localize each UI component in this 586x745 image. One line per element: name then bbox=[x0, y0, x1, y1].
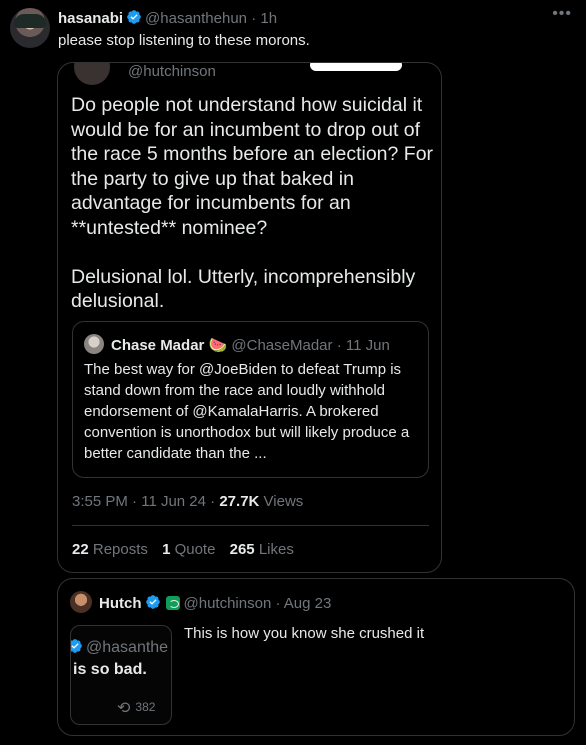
watermelon-emoji-icon: 🍉 bbox=[208, 337, 228, 354]
separator: · bbox=[132, 493, 138, 510]
likes-count: 265 bbox=[229, 541, 255, 558]
reposts-count: 22 bbox=[72, 541, 89, 558]
nested-quote-header: Chase Madar 🍉 @ChaseMadar · 11 Jun bbox=[111, 336, 390, 354]
nested-quote-text: The best way for @JoeBiden to defeat Tru… bbox=[84, 361, 410, 462]
display-name[interactable]: Chase Madar bbox=[111, 337, 204, 354]
quotes-count: 1 bbox=[162, 541, 171, 558]
quoted-reply-card[interactable]: Hutch @hutchinson · Aug 23 This is how yo… bbox=[57, 578, 575, 736]
handle[interactable]: @hasanthehun bbox=[145, 10, 247, 27]
views-label: Views bbox=[263, 493, 304, 510]
separator: · bbox=[251, 10, 257, 27]
separator: · bbox=[210, 493, 216, 510]
avatar[interactable] bbox=[70, 591, 92, 613]
likes-label: Likes bbox=[258, 541, 294, 558]
separator: · bbox=[275, 595, 281, 612]
divider bbox=[72, 525, 429, 526]
timestamp[interactable]: 1h bbox=[260, 10, 277, 27]
nested-quote-card[interactable]: Chase Madar 🍉 @ChaseMadar · 11 Jun The b… bbox=[72, 321, 429, 478]
date[interactable]: Aug 23 bbox=[284, 595, 332, 612]
handle[interactable]: @ChaseMadar bbox=[231, 337, 332, 354]
quotes-stat[interactable]: 1 Quote bbox=[162, 541, 215, 558]
avatar[interactable] bbox=[84, 334, 104, 354]
media-handle: @hasanthe bbox=[71, 638, 168, 657]
avatar[interactable] bbox=[74, 63, 110, 85]
meta-date[interactable]: 11 Jun 24 bbox=[141, 493, 206, 510]
post-header: hasanabi @hasanthehun · 1h bbox=[58, 9, 277, 27]
quoted-handle[interactable]: @hutchinson bbox=[128, 63, 216, 80]
quoted-post-text: Do people not understand how suicidal it… bbox=[71, 94, 434, 312]
reply-header: Hutch @hutchinson · Aug 23 bbox=[99, 594, 331, 612]
post-meta: 3:55 PM · 11 Jun 24 · 27.7K Views bbox=[72, 493, 303, 510]
reposts-stat[interactable]: 22 Reposts bbox=[72, 541, 148, 558]
display-name[interactable]: hasanabi bbox=[58, 10, 123, 27]
media-thumbnail[interactable]: @hasanthe is so bad. ⟲ 382 bbox=[70, 625, 172, 725]
verified-badge-icon bbox=[142, 595, 164, 612]
likes-stat[interactable]: 265 Likes bbox=[230, 541, 294, 558]
post-text: please stop listening to these morons. bbox=[58, 32, 310, 49]
views-count: 27.7K bbox=[219, 493, 260, 510]
meta-time[interactable]: 3:55 PM bbox=[72, 493, 128, 510]
more-dots-icon[interactable]: ••• bbox=[552, 5, 572, 23]
reply-text: This is how you know she crushed it bbox=[184, 625, 425, 642]
engagement-stats: 22 Reposts 1 Quote 265 Likes bbox=[72, 541, 294, 558]
reposts-label: Reposts bbox=[92, 541, 148, 558]
quotes-label: Quote bbox=[174, 541, 216, 558]
verified-badge-icon bbox=[123, 10, 145, 27]
display-name[interactable]: Hutch bbox=[99, 595, 142, 612]
date[interactable]: 11 Jun bbox=[346, 337, 390, 354]
overlay-pill bbox=[310, 63, 402, 71]
quoted-post-card[interactable]: @hutchinson Do people not understand how… bbox=[57, 62, 442, 573]
retweet-count: 382 bbox=[135, 700, 156, 714]
media-caption: is so bad. bbox=[73, 661, 147, 678]
verified-badge-icon bbox=[71, 639, 86, 656]
affiliate-badge-icon bbox=[165, 596, 180, 610]
separator: · bbox=[336, 337, 342, 354]
media-handle-text: @hasanthe bbox=[86, 639, 169, 656]
avatar[interactable] bbox=[10, 8, 50, 48]
media-retweets: ⟲ 382 bbox=[117, 698, 155, 718]
handle[interactable]: @hutchinson bbox=[184, 595, 272, 612]
retweet-icon: ⟲ bbox=[117, 700, 131, 717]
